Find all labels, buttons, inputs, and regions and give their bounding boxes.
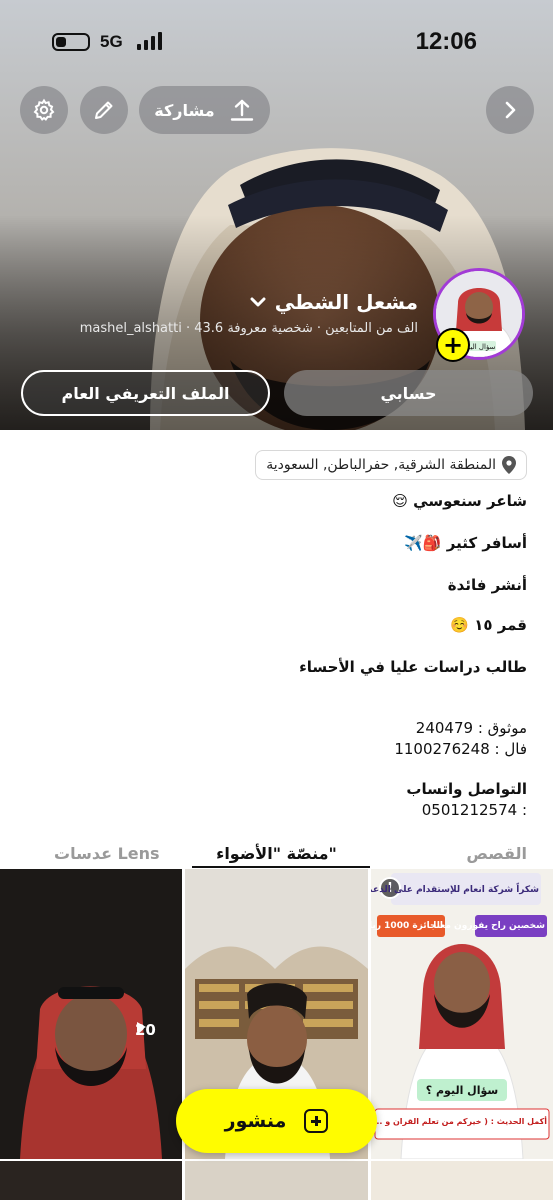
battery-icon bbox=[52, 33, 90, 51]
chevron-right-icon bbox=[505, 101, 516, 119]
grid-tile[interactable]: 20 bbox=[0, 869, 182, 1159]
display-name: مشعل الشطي bbox=[274, 290, 418, 314]
active-tab-indicator bbox=[192, 866, 370, 868]
bio-line: قمر ١٥ ☺️ bbox=[450, 616, 527, 634]
my-account-button[interactable]: حسابي bbox=[284, 370, 533, 416]
add-story-button[interactable]: + bbox=[436, 328, 470, 362]
gear-icon bbox=[33, 98, 55, 121]
poster-hadith: أكمل الحديث : ( خيركم من تعلم القران و .… bbox=[371, 1117, 547, 1126]
share-label: مشاركة bbox=[154, 100, 215, 120]
grid-tile[interactable]: ! شكراً شركة انعام للإستقدام على الدعم ش… bbox=[371, 869, 553, 1159]
upload-icon bbox=[230, 99, 253, 121]
content-tabs: القصص منصّة "الأضواء" عدسات Lens bbox=[0, 838, 553, 868]
tile-thumbnail bbox=[0, 869, 182, 1159]
location-chip[interactable]: المنطقة الشرقية, حفرالباطن, السعودية bbox=[255, 450, 527, 480]
poster-question: سؤال اليوم ؟ bbox=[425, 1084, 499, 1097]
bio-line: شاعر سنعوسي 😌 bbox=[392, 492, 527, 510]
play-icon bbox=[137, 1022, 146, 1032]
pencil-icon bbox=[95, 101, 113, 119]
new-post-button[interactable]: منشور bbox=[176, 1089, 377, 1153]
bio-line: أسافر كثير 🎒✈️ bbox=[404, 534, 527, 552]
grid-tile[interactable] bbox=[0, 1161, 182, 1200]
display-name-row[interactable]: مشعل الشطي bbox=[249, 290, 418, 314]
bio-line: موثوق : 240479 bbox=[415, 719, 527, 737]
bio-line: طالب دراسات عليا في الأحساء bbox=[299, 658, 527, 676]
grid-tile[interactable] bbox=[371, 1161, 553, 1200]
profile-subtitle: mashel_alshatti · 43.6 الف من المتابعين … bbox=[79, 321, 418, 336]
bio-line: فال : 1100276248 bbox=[394, 740, 527, 758]
location-text: المنطقة الشرقية, حفرالباطن, السعودية bbox=[266, 457, 496, 473]
chevron-down-icon bbox=[250, 297, 266, 307]
plus-icon: + bbox=[442, 331, 464, 359]
new-post-label: منشور bbox=[224, 1110, 287, 1132]
poster-prize: الجائزة 1000 ريال bbox=[371, 921, 443, 931]
profile-hero: 5G 12:06 مشاركة مشعل الشطي mashel_alshat… bbox=[0, 0, 553, 430]
signal-icon bbox=[137, 32, 162, 50]
network-label: 5G bbox=[100, 32, 123, 51]
tile-thumbnail bbox=[371, 869, 553, 1159]
add-square-icon bbox=[304, 1109, 329, 1133]
share-button[interactable]: مشاركة bbox=[139, 86, 270, 134]
location-pin-icon bbox=[502, 456, 516, 474]
public-profile-button[interactable]: الملف التعريفي العام bbox=[21, 370, 270, 416]
bio-line: التواصل واتساب bbox=[406, 780, 527, 798]
poster-top-banner: شكراً شركة انعام للإستقدام على الدعم bbox=[371, 885, 539, 895]
bio-line: أنشر فائدة bbox=[447, 576, 527, 594]
clock: 12:06 bbox=[415, 28, 477, 55]
settings-button[interactable] bbox=[20, 86, 68, 134]
bio-line: : 0501212574 bbox=[421, 801, 527, 819]
poster-winners: شخصين راح يفوزون معنا bbox=[433, 921, 545, 931]
edit-button[interactable] bbox=[80, 86, 128, 134]
back-button[interactable] bbox=[486, 86, 534, 134]
grid-tile[interactable] bbox=[185, 1161, 368, 1200]
view-count: 20 bbox=[135, 1021, 156, 1039]
tab-lenses[interactable]: عدسات Lens bbox=[54, 844, 160, 863]
status-bar: 5G 12:06 bbox=[0, 0, 553, 80]
